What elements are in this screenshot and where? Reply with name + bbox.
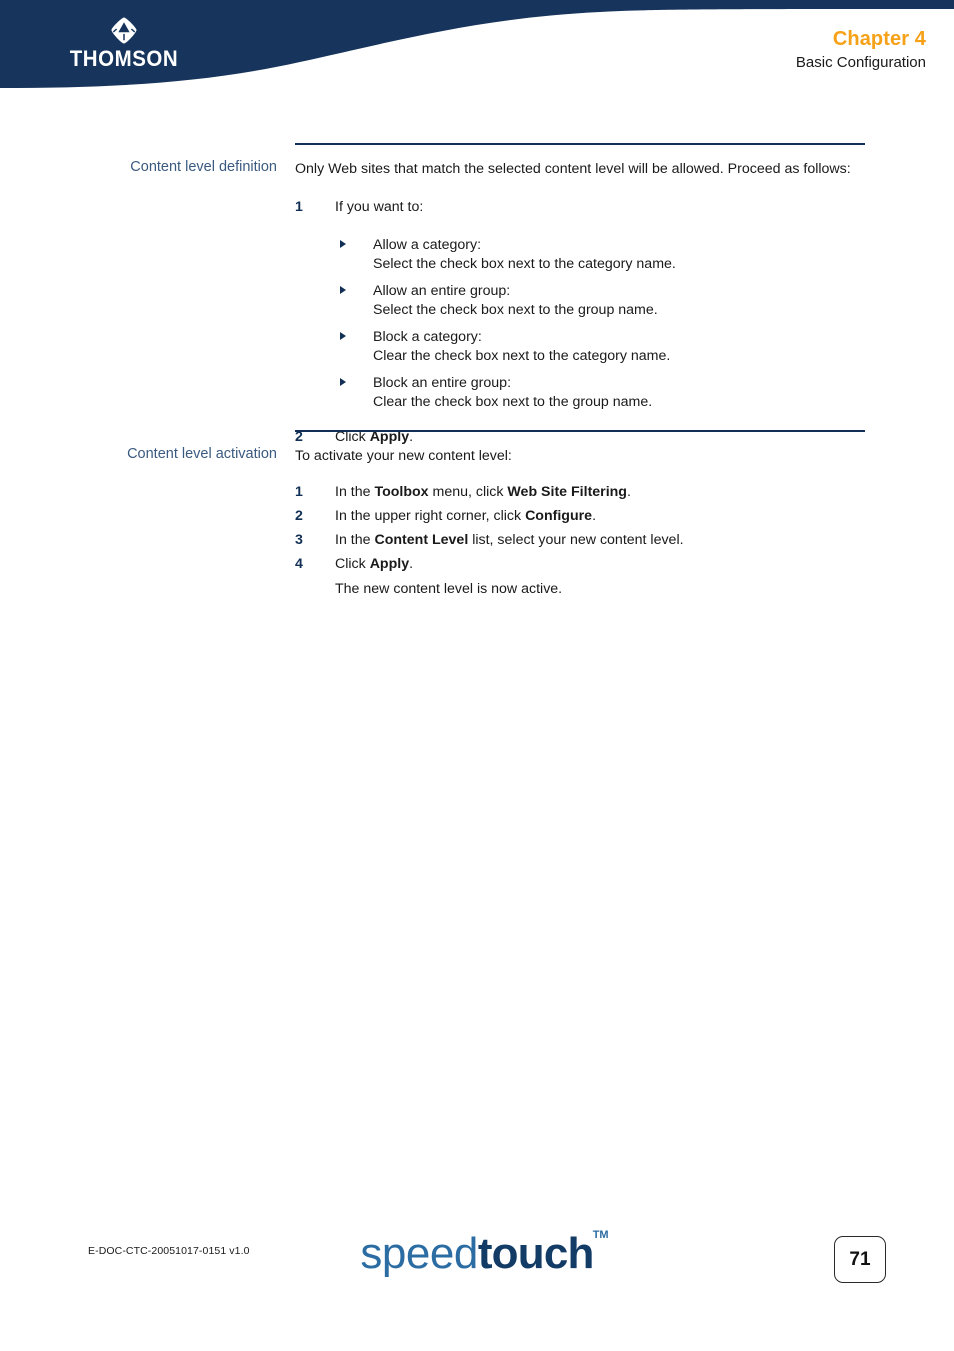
step-number: 4: [295, 556, 303, 572]
numbered-step: 4 Click Apply.: [295, 555, 875, 574]
chapter-title: Chapter 4: [832, 28, 926, 50]
bullet-detail: Clear the check box next to the group na…: [373, 394, 653, 410]
numbered-step: 1 If you want to:: [295, 198, 875, 217]
bullet-item: Block a category: Clear the check box ne…: [295, 328, 875, 366]
step-text-pre: In the upper right corner, click: [335, 508, 526, 524]
step-text-post: .: [592, 508, 597, 524]
bullet-label: Allow a category:: [373, 237, 482, 253]
page-number: 71: [849, 1248, 871, 1270]
bullet-item: Block an entire group: Clear the check b…: [295, 374, 875, 412]
section-side-heading: Content level definition: [130, 159, 277, 175]
step-text-pre: Click: [335, 556, 370, 572]
bullet-item: Allow an entire group: Select the check …: [295, 282, 875, 320]
numbered-step: 2 In the upper right corner, click Confi…: [295, 507, 875, 526]
triangle-bullet-icon: [340, 378, 346, 386]
speedtouch-logo-speed: speed: [360, 1229, 478, 1278]
triangle-bullet-icon: [340, 240, 346, 248]
step-text-bold: Configure: [525, 508, 593, 524]
chapter-heading-block: Chapter 4 Basic Configuration: [796, 27, 926, 74]
step-text-mid: menu, click: [428, 484, 508, 500]
step-text-bold: Apply: [369, 556, 410, 572]
section-intro-paragraph: Only Web sites that match the selected c…: [295, 161, 851, 177]
page-footer: E-DOC-CTC-20051017-0151 v1.0 speedtouch …: [0, 1229, 954, 1302]
bullet-detail: Select the check box next to the categor…: [373, 256, 676, 272]
bullet-detail: Clear the check box next to the category…: [373, 348, 671, 364]
bullet-label: Block an entire group:: [373, 375, 512, 391]
triangle-bullet-icon: [340, 286, 346, 294]
section-side-heading: Content level activation: [127, 446, 277, 462]
chapter-subtitle: Basic Configuration: [795, 54, 926, 71]
step-number: 3: [295, 532, 303, 548]
bullet-item: Allow a category: Select the check box n…: [295, 236, 875, 274]
speedtouch-logo-touch: touch: [477, 1229, 595, 1278]
trademark-icon: TM: [592, 1229, 609, 1241]
bullet-label: Block a category:: [373, 329, 482, 345]
section-divider-rule: [295, 143, 865, 145]
numbered-step: 3 In the Content Level list, select your…: [295, 531, 875, 550]
bullet-detail: Select the check box next to the group n…: [373, 302, 658, 318]
step-text: If you want to:: [335, 199, 424, 215]
step-text-post: .: [409, 556, 414, 572]
bullet-label: Allow an entire group:: [373, 283, 511, 299]
triangle-bullet-icon: [340, 332, 346, 340]
step-note: The new content level is now active.: [295, 580, 875, 599]
step-text-mid: list, select your new content level.: [468, 532, 684, 548]
section-intro-paragraph: To activate your new content level:: [295, 448, 512, 464]
page-number-box: 71: [834, 1236, 886, 1283]
numbered-step: 1 In the Toolbox menu, click Web Site Fi…: [295, 483, 875, 502]
step-number: 2: [295, 508, 303, 524]
step-number: 1: [295, 199, 303, 215]
speedtouch-logo: speedtouch TM: [0, 1229, 954, 1278]
step-number: 1: [295, 484, 303, 500]
step-text-pre: In the: [335, 484, 375, 500]
step-text-bold: Content Level: [374, 532, 469, 548]
section-divider-rule: [295, 430, 865, 432]
step-note-text: The new content level is now active.: [335, 581, 563, 597]
page-header: THOMSON Chapter 4 Basic Configuration: [0, 0, 954, 100]
step-text-bold-2: Web Site Filtering: [507, 484, 627, 500]
step-text-bold: Toolbox: [374, 484, 429, 500]
step-text-pre: In the: [335, 532, 375, 548]
document-page: THOMSON Chapter 4 Basic Configuration Co…: [0, 0, 954, 1351]
step-text-post: .: [626, 484, 631, 500]
